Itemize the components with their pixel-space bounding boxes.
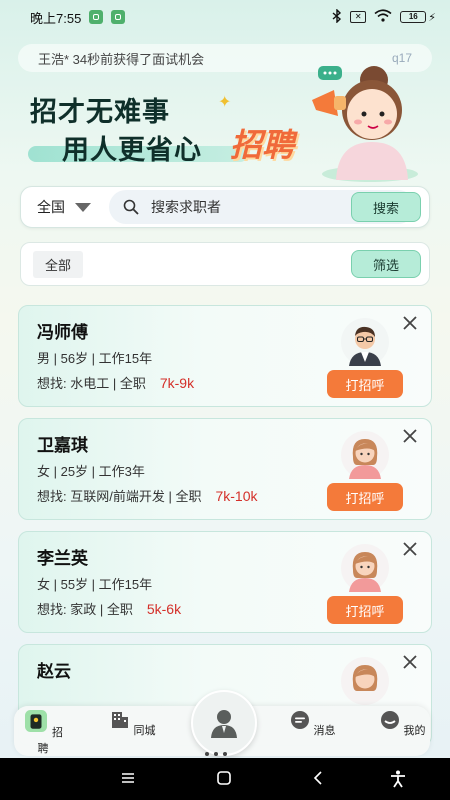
nav-item-profile[interactable]: 我的 (378, 710, 428, 738)
greet-button[interactable]: 打招呼 (327, 370, 403, 398)
system-nav-bar (0, 758, 450, 800)
battery-level: 16 (408, 12, 418, 21)
search-button[interactable]: 搜索 (351, 192, 421, 222)
candidate-name: 冯师傅 (37, 323, 88, 342)
male-avatar-icon (341, 318, 389, 366)
center-profile-button[interactable] (191, 690, 257, 756)
banner-line1: 招才无难事 (30, 97, 170, 128)
close-icon[interactable] (401, 427, 419, 445)
message-icon (291, 711, 310, 729)
person-icon (211, 710, 237, 738)
want-value: 互联网/前端开发 | 全职 (70, 489, 202, 504)
filter-bar: 全部 筛选 (20, 242, 430, 286)
close-icon[interactable] (401, 540, 419, 558)
sim-off-icon: ✕ (350, 11, 367, 23)
female-avatar-icon (341, 657, 389, 705)
banner-logo-text: 招聘 (230, 126, 295, 164)
app-notification-icon (89, 10, 104, 24)
chevron-down-icon (75, 202, 91, 212)
status-bar: 晚上7:55 ✕ 16 ⚡ (0, 0, 450, 34)
candidate-name: 李兰英 (37, 549, 88, 568)
female-avatar-icon (341, 544, 389, 592)
bluetooth-icon (332, 7, 342, 26)
nav-item-recruit[interactable]: 招聘 (18, 710, 68, 756)
wifi-icon (374, 9, 392, 25)
candidate-info: 男 | 56岁 | 工作15年 (37, 351, 153, 366)
want-value: 水电工 | 全职 (70, 376, 146, 391)
candidate-card[interactable]: 李兰英 女 | 55岁 | 工作15年 想找: 家政 | 全职 5k-6k 打招… (18, 531, 432, 633)
back-icon[interactable] (310, 770, 326, 786)
nav-item-message[interactable]: 消息 (288, 710, 338, 738)
recruit-icon (24, 710, 47, 732)
candidate-want: 想找: 家政 | 全职 5k-6k (37, 599, 181, 618)
status-time: 晚上7:55 (30, 10, 82, 26)
battery-icon: 16 ⚡ (400, 11, 436, 24)
nav-label: 我的 (403, 725, 426, 737)
search-bar: 全国 搜索求职者 搜索 (20, 186, 430, 228)
sparkle-icon: ✦ (218, 94, 232, 111)
search-icon (123, 199, 139, 215)
close-icon[interactable] (401, 653, 419, 671)
candidate-card[interactable]: 卫嘉琪 女 | 25岁 | 工作3年 想找: 互联网/前端开发 | 全职 7k-… (18, 418, 432, 520)
want-value: 家政 | 全职 (70, 602, 133, 617)
candidate-info: 女 | 55岁 | 工作15年 (37, 577, 153, 592)
salary-range: 7k-9k (159, 374, 195, 391)
nav-label: 同城 (133, 725, 156, 737)
page-indicator (205, 752, 227, 756)
nav-label: 消息 (313, 725, 336, 737)
candidate-name: 卫嘉琪 (37, 436, 88, 455)
profile-icon (381, 711, 400, 729)
city-icon (112, 712, 129, 728)
region-select[interactable]: 全国 (37, 197, 91, 217)
close-icon[interactable] (401, 314, 419, 332)
want-label: 想找: (37, 489, 67, 504)
candidate-name: 赵云 (37, 662, 71, 681)
ticker-text: 王浩* 34秒前获得了面试机会 (38, 51, 205, 67)
region-label: 全国 (37, 199, 65, 215)
candidate-info: 女 | 25岁 | 工作3年 (37, 464, 145, 479)
banner-line2: 用人更省心 (62, 135, 202, 166)
want-label: 想找: (37, 376, 67, 391)
salary-range: 7k-10k (215, 487, 258, 504)
female-avatar-icon (341, 431, 389, 479)
want-label: 想找: (37, 602, 67, 617)
greet-button[interactable]: 打招呼 (327, 483, 403, 511)
filter-chip-all[interactable]: 全部 (33, 250, 84, 278)
menu-icon[interactable] (120, 770, 136, 786)
search-placeholder: 搜索求职者 (151, 199, 221, 215)
promo-banner[interactable]: 招才无难事 ✦ 用人更省心 招聘 (18, 66, 432, 182)
candidate-card[interactable]: 冯师傅 男 | 56岁 | 工作15年 想找: 水电工 | 全职 7k-9k 打… (18, 305, 432, 407)
accessibility-icon[interactable] (390, 770, 406, 788)
app-notification-icon-2 (111, 10, 126, 24)
greet-button[interactable]: 打招呼 (327, 596, 403, 624)
candidate-want: 想找: 水电工 | 全职 7k-9k (37, 373, 194, 392)
mascot-illustration (312, 66, 418, 182)
salary-range: 5k-6k (146, 600, 182, 617)
candidate-want: 想找: 互联网/前端开发 | 全职 7k-10k (37, 486, 258, 505)
filter-button[interactable]: 筛选 (351, 250, 421, 278)
home-icon[interactable] (216, 770, 232, 786)
nav-item-city[interactable]: 同城 (108, 710, 158, 738)
